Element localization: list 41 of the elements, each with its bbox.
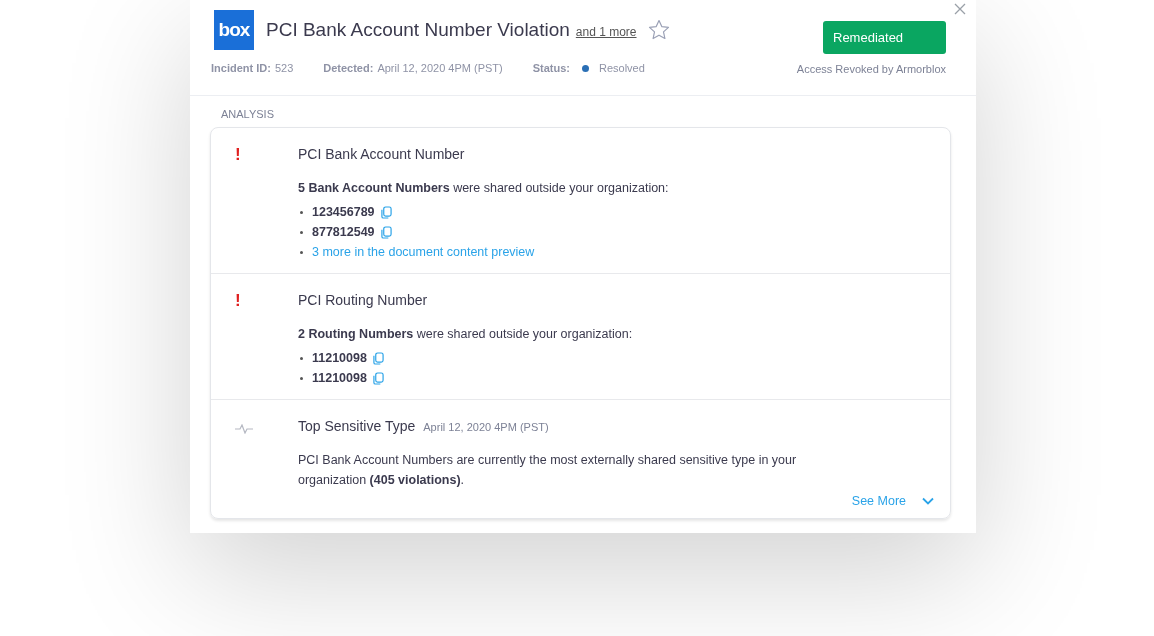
alert-icon: ! [235, 291, 241, 310]
bullet-icon [300, 356, 303, 360]
pulse-icon [235, 424, 253, 434]
alert-icon: ! [235, 145, 241, 164]
action-note: Access Revoked by Armorblox [796, 63, 946, 75]
finding-summary: 5 Bank Account Numbers were shared outside your organization: [298, 180, 670, 197]
meta-label: Detected: [323, 62, 374, 74]
finding-title: PCI Routing Number [298, 292, 428, 308]
bullet-icon [300, 376, 303, 380]
bullet-icon [300, 250, 303, 254]
meta-label: Incident ID: [211, 62, 271, 74]
account-number: 11210098 [312, 351, 367, 365]
remediated-button[interactable]: Remediated [823, 21, 946, 54]
copy-icon[interactable] [380, 205, 392, 219]
see-more-link[interactable]: See More [851, 494, 906, 508]
incident-title: PCI Bank Account Number Violation [266, 19, 570, 41]
finding-title: PCI Bank Account Number [298, 146, 465, 162]
preview-link[interactable]: 3 more in the document content preview [312, 245, 535, 259]
more-link[interactable]: and 1 more [575, 25, 637, 39]
chevron-down-icon[interactable] [922, 497, 934, 505]
close-icon[interactable] [954, 3, 966, 15]
meta-value: 523 [274, 62, 294, 74]
bullet-icon [300, 210, 303, 214]
meta-value: April 12, 2020 4PM (PST) [377, 62, 503, 74]
account-number: 123456789 [312, 205, 375, 219]
finding-title: Top Sensitive Type [298, 418, 416, 434]
meta-label: Status: [532, 62, 570, 74]
meta-value: Resolved [599, 62, 645, 74]
account-number: 11210098 [312, 371, 367, 385]
finding-date: April 12, 2020 4PM (PST) [423, 421, 549, 433]
finding-summary: 2 Routing Numbers were shared outside your organization: [298, 326, 634, 343]
copy-icon[interactable] [372, 351, 384, 365]
star-icon[interactable] [646, 18, 671, 42]
bullet-icon [300, 230, 303, 234]
status-dot [582, 64, 589, 72]
copy-icon[interactable] [380, 225, 392, 239]
box-logo: box [214, 10, 254, 50]
copy-icon[interactable] [372, 371, 384, 385]
finding-summary: PCI Bank Account Numbers are currently the most externally shared sensitive type in your organization (405 violations). [298, 452, 798, 489]
section-label: ANALYSIS [221, 108, 275, 120]
account-number: 877812549 [312, 225, 375, 239]
